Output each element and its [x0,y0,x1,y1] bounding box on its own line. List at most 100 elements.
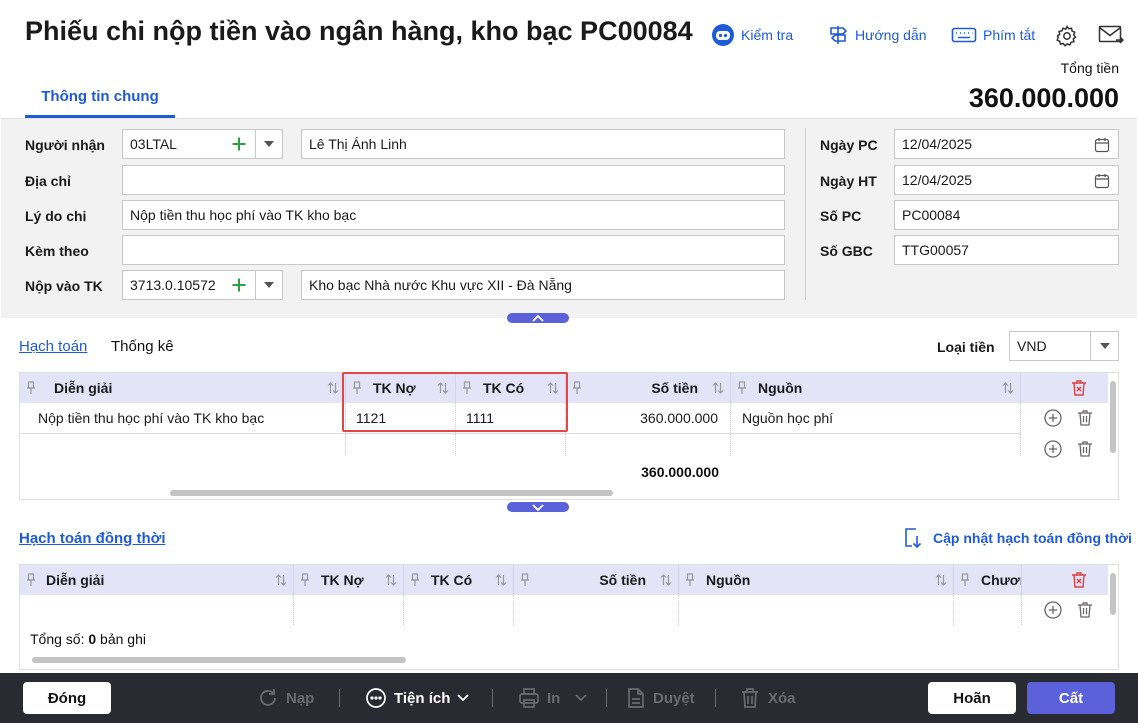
ngay-ht-field[interactable]: 12/04/2025 [894,165,1119,195]
chevron-down-icon[interactable] [264,282,274,289]
expand-grid-button[interactable] [507,502,569,512]
cell-dien-giai[interactable]: Nộp tiền thu học phí vào TK kho bạc [20,403,346,433]
col-tk-co[interactable]: TK Có [404,565,514,595]
cell-tk-no[interactable] [346,434,456,456]
dong-button[interactable]: Đóng [23,682,111,714]
cell-nguon[interactable]: Nguồn học phí [731,403,1021,433]
so-pc-field[interactable]: PC00084 [894,200,1119,230]
in-button[interactable]: In [518,673,587,723]
cell-so-tien[interactable]: 360.000.000 [566,403,731,433]
gear-icon[interactable] [1055,24,1079,48]
col-tk-no[interactable]: TK Nợ [294,565,404,595]
table-row[interactable] [20,434,1108,458]
pin-icon[interactable] [26,381,36,395]
duyet-label: Duyệt [653,689,695,707]
keyboard-icon [951,25,977,45]
xoa-button[interactable]: Xóa [739,673,796,723]
calendar-icon[interactable] [1094,137,1110,153]
col-nguon[interactable]: Nguồn [731,373,1021,403]
cell-tk-no[interactable] [294,595,404,625]
col-chuong[interactable]: Chươn [954,565,1022,595]
col-so-tien[interactable]: Số tiền [514,565,679,595]
col-nguon[interactable]: Nguồn [679,565,954,595]
pin-icon[interactable] [685,573,695,587]
ly-do-chi-field[interactable]: Nộp tiền thu học phí vào TK kho bạc [122,200,785,230]
vertical-scrollbar[interactable] [1110,573,1116,615]
tab-thong-ke[interactable]: Thống kê [111,338,174,355]
sort-icon[interactable] [1002,381,1014,395]
col-so-tien[interactable]: Số tiền [566,373,731,403]
nop-vao-tk-code-value: 3713.0.10572 [130,277,216,293]
pin-icon[interactable] [572,381,582,395]
cell-tk-co[interactable] [404,595,514,625]
horizontal-scrollbar[interactable] [170,490,613,496]
pin-icon[interactable] [300,573,310,587]
huong-dan-button[interactable]: Hướng dẫn [827,24,926,46]
sort-icon[interactable] [660,573,672,587]
duyet-button[interactable]: Duyệt [626,673,695,723]
vertical-scrollbar[interactable] [1110,381,1116,453]
kem-theo-label: Kèm theo [25,243,89,259]
pin-icon[interactable] [737,381,747,395]
collapse-form-button[interactable] [507,313,569,323]
ngay-ht-label: Ngày HT [820,173,877,189]
nguoi-nhan-code-combo[interactable]: 03LTAL [122,129,283,159]
pin-icon[interactable] [520,573,530,587]
cell-dien-giai[interactable] [20,595,294,625]
hach-toan-dong-thoi-title[interactable]: Hạch toán đồng thời [19,530,165,547]
cell-nguon[interactable] [731,434,1021,456]
tab-hach-toan[interactable]: Hạch toán [19,338,87,355]
col-dien-giai[interactable]: Diễn giải [20,373,346,403]
sort-icon[interactable] [712,381,724,395]
tab-thong-tin-chung[interactable]: Thông tin chung [25,88,175,118]
cap-nhat-button[interactable]: Cập nhật hạch toán đồng thời [903,527,1132,549]
cell-nguon[interactable] [679,595,954,625]
loai-tien-select[interactable]: VND [1009,331,1119,361]
cat-button[interactable]: Cất [1027,682,1115,714]
horizontal-scrollbar[interactable] [32,657,406,663]
add-icon[interactable] [231,277,247,293]
delete-all-icon[interactable] [1070,379,1088,397]
calendar-icon[interactable] [1094,173,1110,189]
chevron-down-icon[interactable] [264,141,274,148]
trash-icon[interactable] [1076,601,1094,619]
mail-send-icon[interactable] [1098,24,1124,46]
nguoi-nhan-name-field[interactable]: Lê Thị Ánh Linh [301,129,785,159]
dia-chi-field[interactable] [122,165,785,195]
sort-icon[interactable] [275,573,287,587]
add-row-icon[interactable] [1044,601,1062,619]
tien-ich-button[interactable]: Tiện ích [365,673,470,723]
ngay-pc-field[interactable]: 12/04/2025 [894,129,1119,159]
sort-icon[interactable] [495,573,507,587]
pin-icon[interactable] [960,573,970,587]
nap-button[interactable]: Nạp [257,673,314,723]
add-icon[interactable] [231,136,247,152]
sort-icon[interactable] [385,573,397,587]
chevron-up-icon [532,314,544,322]
trash-icon[interactable] [1076,440,1094,458]
page-title: Phiếu chi nộp tiền vào ngân hàng, kho bạ… [25,16,693,46]
add-row-icon[interactable] [1044,409,1062,427]
kem-theo-field[interactable] [122,235,785,265]
sort-icon[interactable] [327,381,339,395]
nop-vao-tk-name-field[interactable]: Kho bạc Nhà nước Khu vực XII - Đà Nẵng [301,270,785,300]
trash-icon[interactable] [1076,409,1094,427]
pin-icon[interactable] [26,573,36,587]
cell-dien-giai[interactable] [20,434,346,456]
col-dien-giai[interactable]: Diễn giải [20,565,294,595]
nop-vao-tk-combo[interactable]: 3713.0.10572 [122,270,283,300]
sort-icon[interactable] [935,573,947,587]
cell-chuong[interactable] [954,595,1022,625]
hoan-button[interactable]: Hoãn [928,682,1016,714]
kiem-tra-button[interactable]: Kiểm tra [711,24,793,46]
delete-all-icon[interactable] [1070,571,1088,589]
phim-tat-button[interactable]: Phím tắt [951,24,1035,46]
cell-so-tien[interactable] [566,434,731,456]
cell-tk-co[interactable] [456,434,566,456]
so-gbc-field[interactable]: TTG00057 [894,235,1119,265]
cell-so-tien[interactable] [514,595,679,625]
pin-icon[interactable] [410,573,420,587]
kiem-tra-label: Kiểm tra [741,27,794,43]
add-row-icon[interactable] [1044,440,1062,458]
table-row[interactable] [20,595,1108,625]
